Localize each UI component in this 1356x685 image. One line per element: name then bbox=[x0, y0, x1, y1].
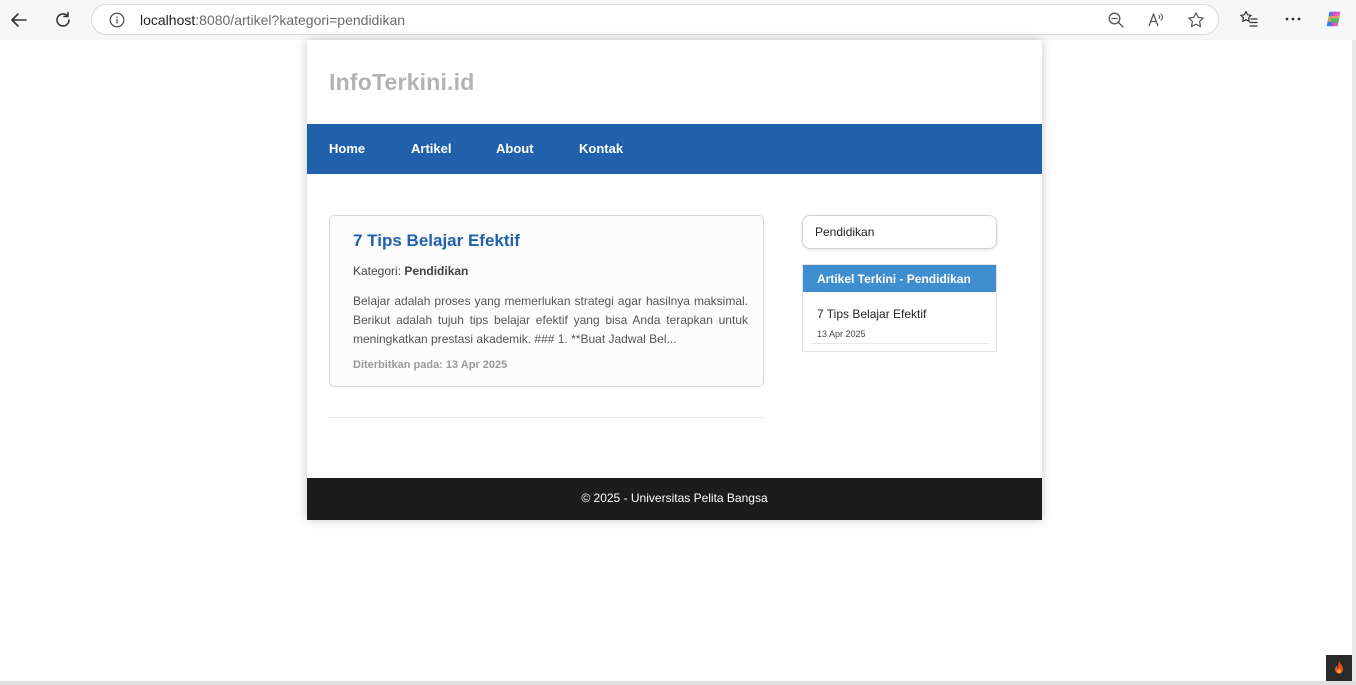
favorite-star-icon[interactable] bbox=[1187, 11, 1205, 29]
widget-title: Artikel Terkini - Pendidikan bbox=[817, 272, 971, 286]
nav-about[interactable]: About bbox=[496, 141, 534, 156]
nav-artikel[interactable]: Artikel bbox=[411, 141, 451, 156]
recent-article-link[interactable]: 7 Tips Belajar Efektif bbox=[817, 307, 926, 321]
article-category: Kategori: Pendidikan bbox=[353, 264, 468, 278]
article-title-link[interactable]: 7 Tips Belajar Efektif bbox=[353, 231, 520, 251]
browser-toolbar: localhost:8080/artikel?kategori=pendidik… bbox=[0, 0, 1356, 40]
window-edge bbox=[1352, 40, 1356, 685]
site-title: InfoTerkini.id bbox=[329, 69, 475, 95]
reload-icon bbox=[56, 11, 70, 27]
footer-text: © 2025 - Universitas Pelita Bangsa bbox=[581, 491, 768, 505]
list-separator bbox=[811, 343, 989, 344]
debug-toolbar-button[interactable] bbox=[1326, 655, 1352, 681]
main-navbar: Home Artikel About Kontak bbox=[307, 124, 1042, 174]
site-footer: © 2025 - Universitas Pelita Bangsa bbox=[307, 478, 1042, 520]
copilot-button[interactable] bbox=[1324, 9, 1344, 29]
recent-articles-widget: Artikel Terkini - Pendidikan 7 Tips Bela… bbox=[802, 264, 997, 352]
category-value: Pendidikan bbox=[404, 264, 469, 278]
content-divider bbox=[329, 417, 764, 418]
widget-header: Artikel Terkini - Pendidikan bbox=[803, 265, 996, 292]
back-button[interactable] bbox=[5, 6, 33, 34]
nav-kontak[interactable]: Kontak bbox=[579, 141, 623, 156]
url-path: :8080/artikel?kategori=pendidikan bbox=[195, 12, 406, 28]
more-dots-icon bbox=[1285, 17, 1301, 21]
nav-home[interactable]: Home bbox=[329, 141, 365, 156]
more-menu-button[interactable] bbox=[1283, 9, 1303, 29]
category-select[interactable]: Pendidikan bbox=[802, 215, 997, 249]
article-card: 7 Tips Belajar Efektif Kategori: Pendidi… bbox=[329, 215, 764, 387]
article-excerpt: Belajar adalah proses yang memerlukan st… bbox=[353, 294, 748, 346]
address-bar[interactable]: localhost:8080/artikel?kategori=pendidik… bbox=[91, 4, 1219, 35]
category-label: Kategori: bbox=[353, 264, 402, 278]
reload-button[interactable] bbox=[49, 6, 77, 34]
window-edge-bottom bbox=[0, 681, 1356, 685]
site-header: InfoTerkini.id bbox=[307, 40, 1042, 124]
article-published-date: Diterbitkan pada: 13 Apr 2025 bbox=[353, 359, 508, 371]
back-arrow-icon bbox=[11, 13, 27, 27]
read-aloud-icon[interactable] bbox=[1147, 11, 1165, 29]
flame-icon bbox=[1335, 661, 1343, 674]
page-container: InfoTerkini.id Home Artikel About Kontak… bbox=[307, 40, 1042, 520]
site-info-icon[interactable] bbox=[109, 12, 125, 28]
address-url[interactable]: localhost:8080/artikel?kategori=pendidik… bbox=[140, 12, 405, 28]
url-host: localhost bbox=[140, 12, 196, 28]
recent-article-date: 13 Apr 2025 bbox=[817, 329, 866, 339]
zoom-icon[interactable] bbox=[1107, 11, 1125, 29]
category-select-value: Pendidikan bbox=[815, 225, 875, 239]
favorites-list-icon bbox=[1240, 10, 1258, 27]
copilot-icon bbox=[1326, 11, 1341, 27]
favorites-button[interactable] bbox=[1239, 9, 1259, 29]
